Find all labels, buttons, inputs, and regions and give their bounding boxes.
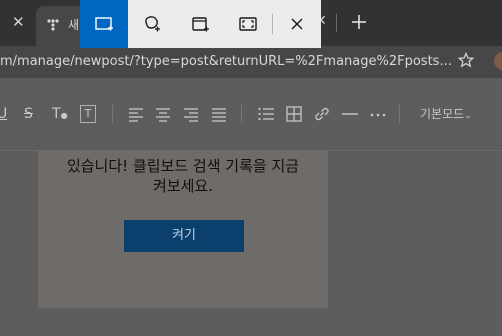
editor-mode-dropdown[interactable]: 기본모드⌄ [420,106,472,124]
freeform-snip-icon [145,16,160,32]
editor-toolbar: U S T● T 기본모드⌄ [0,97,502,133]
editor-mode-label: 기본모드 [420,107,465,121]
window-snip-icon [192,17,209,32]
align-left-icon[interactable] [128,105,144,123]
profile-avatar[interactable] [494,52,502,70]
fullscreen-snip-button[interactable] [224,0,272,48]
fullscreen-snip-icon [239,17,257,31]
favorite-star-icon[interactable] [458,52,474,68]
panel-message-line-2: 켜보세요. [153,177,213,195]
address-bar: m/manage/newpost/?type=post&returnURL=%2… [0,46,502,78]
close-icon[interactable]: ✕ [12,14,26,30]
close-snip-button[interactable] [273,0,321,48]
align-justify-icon[interactable] [211,105,227,123]
align-right-icon[interactable] [183,105,199,123]
window-snip-button[interactable] [176,0,224,48]
rectangle-snip-icon [95,17,113,31]
more-icon[interactable] [369,105,387,123]
strikethrough-icon[interactable]: S [24,105,33,123]
link-icon[interactable] [313,105,331,123]
new-tab-icon[interactable] [350,13,368,31]
freeform-snip-button[interactable] [128,0,176,48]
tab-title: 새 [68,18,80,32]
chevron-down-icon: ⌄ [464,111,472,121]
close-icon [291,18,303,30]
text-color-icon[interactable]: T● [52,105,68,123]
toolbar-divider [399,105,400,123]
url-text[interactable]: m/manage/newpost/?type=post&returnURL=%2… [0,53,452,70]
toolbar-divider [241,105,242,123]
tab-divider [336,14,337,32]
panel-message-line-1: 있습니다! 클립보드 검색 기록을 지금 [66,157,300,175]
turn-on-button[interactable]: 켜기 [124,220,244,252]
align-center-icon[interactable] [155,105,171,123]
bullet-list-icon[interactable] [257,105,275,123]
toolbar-divider [112,105,113,123]
rectangle-snip-button[interactable] [80,0,128,48]
text-background-icon[interactable]: T [80,105,96,123]
horizontal-rule-icon[interactable] [341,105,359,123]
table-icon[interactable] [286,105,302,123]
snipping-toolbar [80,0,321,48]
tistory-favicon-icon [47,19,59,31]
underline-icon[interactable]: U [0,105,7,123]
